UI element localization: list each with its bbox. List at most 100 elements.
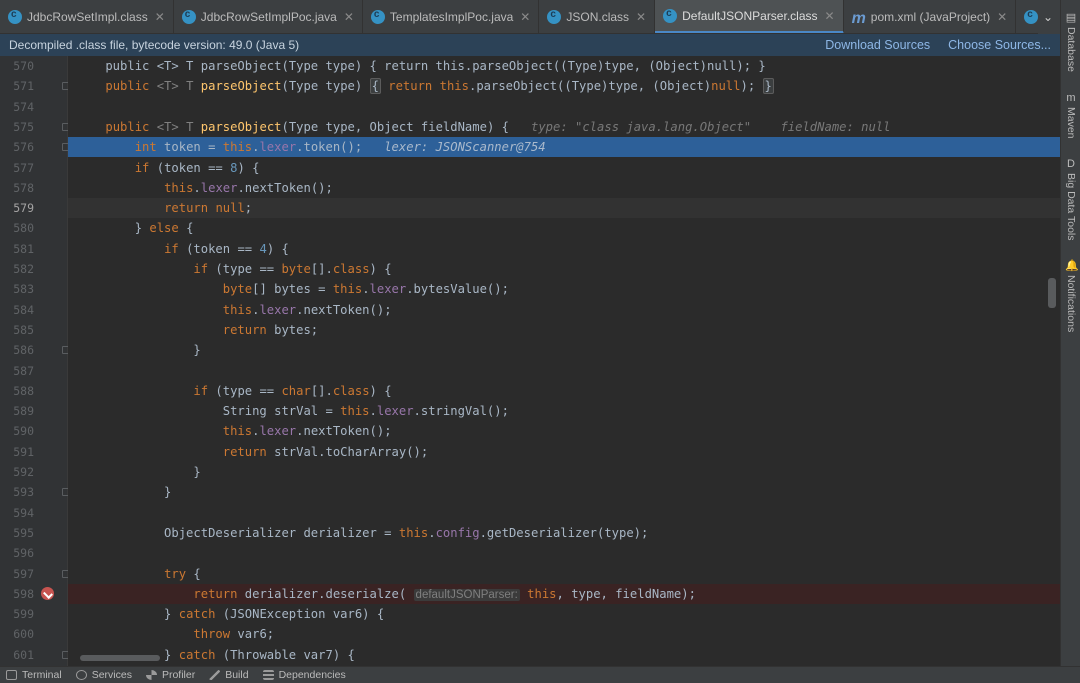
code-line[interactable]: public <T> T parseObject(Type type) { re… [68,76,1060,96]
vertical-scrollbar[interactable] [1048,278,1056,308]
line-number[interactable]: 582 [0,259,34,279]
close-icon[interactable]: ✕ [636,10,646,24]
line-number[interactable]: 596 [0,543,34,563]
line-number[interactable]: 584 [0,300,34,320]
code-line[interactable]: } else { [68,218,1060,238]
line-number[interactable]: 583 [0,279,34,299]
horizontal-scrollbar[interactable] [80,655,160,661]
code-token: .bytesValue(); [406,282,509,297]
line-number[interactable]: 585 [0,320,34,340]
choose-sources-link[interactable]: Choose Sources... [948,38,1051,52]
close-icon[interactable]: ✕ [520,10,530,24]
close-icon[interactable]: ✕ [825,9,835,23]
code-line[interactable]: } [68,340,1060,360]
code-line[interactable] [68,361,1060,381]
chevron-down-icon[interactable]: ⌄ [1043,10,1053,24]
close-icon[interactable]: ✕ [997,10,1007,24]
line-number[interactable]: 586 [0,340,34,360]
line-number[interactable]: 570 [0,56,34,76]
line-number[interactable]: 600 [0,624,34,644]
line-number[interactable]: 594 [0,503,34,523]
code-line[interactable]: } catch (JSONException var6) { [68,604,1060,624]
code-line[interactable]: ObjectDeserializer derializer = this.con… [68,523,1060,543]
line-number[interactable]: 597 [0,564,34,584]
bottom-tool-services[interactable]: Services [75,669,132,681]
code-token: return [222,444,267,459]
code-line[interactable] [68,503,1060,523]
code-line[interactable]: return null; [68,198,1060,219]
close-icon[interactable]: ✕ [155,10,165,24]
code-line[interactable]: public <T> T parseObject(Type type) { re… [68,56,1060,76]
line-number[interactable]: 579 [0,198,34,218]
bottom-tool-dependencies[interactable]: Dependencies [262,669,346,681]
line-number[interactable]: 601 [0,645,34,665]
tool-window-bigdata[interactable]: D Big Data Tools [1061,158,1080,241]
code-token: strVal.toCharArray(); [266,444,429,459]
code-line[interactable]: int token = this.lexer.token(); lexer: J… [68,137,1060,158]
code-token: class [332,383,370,398]
code-token: } [76,485,172,500]
code-line[interactable] [68,543,1060,563]
line-number[interactable]: 587 [0,361,34,381]
tab-1[interactable]: JdbcRowSetImplPoc.java ✕ [174,0,363,33]
code-line[interactable]: if (token == 4) { [68,239,1060,259]
close-icon[interactable]: ✕ [344,10,354,24]
bottom-tool-build[interactable]: Build [209,669,249,681]
code-line[interactable]: this.lexer.nextToken(); [68,178,1060,198]
line-number[interactable]: 588 [0,381,34,401]
code-line[interactable]: this.lexer.nextToken(); [68,300,1060,320]
line-number[interactable]: 580 [0,218,34,238]
download-sources-link[interactable]: Download Sources [825,38,930,52]
line-number[interactable]: 577 [0,158,34,178]
code-token: var6; [230,627,275,642]
code-token: ) { [237,160,260,175]
code-line[interactable]: public <T> T parseObject(Type type, Obje… [68,117,1060,137]
line-number[interactable]: 591 [0,442,34,462]
code-token: ; [244,201,253,216]
code-editor[interactable]: public <T> T parseObject(Type type) { re… [68,56,1060,666]
tab-3[interactable]: JSON.class ✕ [539,0,656,33]
line-number[interactable]: 598 [0,584,34,604]
code-line[interactable]: } [68,462,1060,482]
tab-5[interactable]: pom.xml (JavaProject) ✕ [844,0,1017,33]
line-number[interactable]: 581 [0,239,34,259]
code-token: this [332,282,363,297]
bottom-tool-profiler[interactable]: Profiler [145,669,195,681]
code-line[interactable]: throw var6; [68,624,1060,644]
code-line[interactable]: if (type == byte[].class) { [68,259,1060,279]
code-line[interactable]: return strVal.toCharArray(); [68,442,1060,462]
code-line[interactable]: if (type == char[].class) { [68,381,1060,401]
line-number[interactable]: 574 [0,97,34,117]
line-number[interactable]: 590 [0,421,34,441]
code-line[interactable] [68,97,1060,117]
line-number[interactable]: 571 [0,76,34,96]
code-line[interactable]: if (token == 8) { [68,158,1060,178]
line-number[interactable]: 592 [0,462,34,482]
line-number[interactable]: 589 [0,401,34,421]
tab-label: JdbcRowSetImplPoc.java [200,10,337,24]
code-line[interactable]: return bytes; [68,320,1060,340]
tab-0[interactable]: JdbcRowSetImpl.class ✕ [0,0,174,33]
line-number[interactable]: 578 [0,178,34,198]
breakpoint-icon[interactable] [41,587,54,601]
line-number[interactable]: 595 [0,523,34,543]
code-line[interactable]: } catch (Throwable var7) { [68,645,1060,665]
code-line[interactable]: try { [68,564,1060,584]
tool-window-maven[interactable]: m Maven [1061,92,1080,139]
line-number[interactable]: 575 [0,117,34,137]
editor-gutter[interactable]: 570 571 574 575 576 577 578 579 580 581 582 583 584 5… [0,56,91,666]
code-line[interactable]: } [68,482,1060,502]
tab-4[interactable]: DefaultJSONParser.class ✕ [655,0,844,33]
line-number[interactable]: 576 [0,137,34,157]
tool-window-database[interactable]: ▤ Database [1061,12,1080,72]
line-number[interactable]: 593 [0,482,34,502]
code-line[interactable]: byte[] bytes = this.lexer.bytesValue(); [68,279,1060,299]
code-line[interactable]: String strVal = this.lexer.stringVal(); [68,401,1060,421]
code-line[interactable]: this.lexer.nextToken(); [68,421,1060,441]
tab-2[interactable]: TemplatesImplPoc.java ✕ [363,0,540,33]
line-number[interactable]: 599 [0,604,34,624]
tool-window-bell[interactable]: 🔔 Notifications [1061,260,1080,332]
bottom-tool-terminal[interactable]: Terminal [6,669,62,681]
code-line[interactable]: return derializer.deserialze( defaultJSO… [68,583,1060,605]
